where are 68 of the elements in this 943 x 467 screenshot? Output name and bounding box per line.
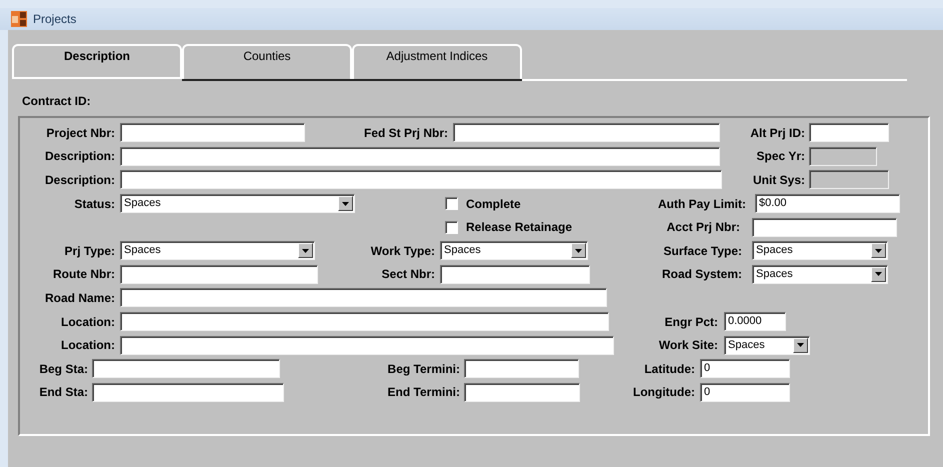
text-field[interactable] xyxy=(464,382,580,402)
window-title: Projects xyxy=(33,12,76,26)
field-label: Location: xyxy=(61,314,115,329)
field-label: End Termini: xyxy=(388,385,460,400)
field-label: Latitude: xyxy=(644,362,695,376)
field-label: Longitude: xyxy=(633,385,695,400)
field-label: End Sta: xyxy=(39,385,88,400)
dropdown[interactable]: Spaces xyxy=(120,241,315,260)
field-label: Description: xyxy=(44,172,115,187)
field-label: Acct Prj Nbr: xyxy=(666,220,740,234)
dropdown[interactable]: Spaces xyxy=(120,194,355,214)
text-field[interactable] xyxy=(120,288,607,308)
field-label: Description: xyxy=(44,149,115,164)
field-label: Work Type: xyxy=(370,244,435,258)
field-label: Road System: xyxy=(662,267,742,282)
tab[interactable]: Description xyxy=(12,44,182,79)
caret-icon xyxy=(875,248,882,253)
field-label: Alt Prj ID: xyxy=(750,126,805,140)
caret-icon xyxy=(875,272,882,276)
tab[interactable]: Adjustment Indices xyxy=(352,44,522,79)
checkbox-label: Release Retainage xyxy=(466,220,572,234)
dropdown[interactable]: Spaces xyxy=(752,264,888,284)
field-label: Beg Sta: xyxy=(39,362,88,376)
text-field[interactable]: 0 xyxy=(700,359,790,378)
caret-icon xyxy=(302,248,309,253)
field-label: Prj Type: xyxy=(64,244,115,258)
text-field[interactable] xyxy=(120,336,614,355)
text-field[interactable] xyxy=(92,359,280,378)
field-label: Fed St Prj Nbr: xyxy=(364,126,448,140)
text-field[interactable] xyxy=(120,170,722,190)
field-label: Contract ID: xyxy=(22,94,91,108)
checkbox-label: Complete xyxy=(466,196,521,211)
field-label: Engr Pct: xyxy=(664,314,718,329)
dropdown[interactable]: Spaces xyxy=(440,241,588,260)
field-label: Sect Nbr: xyxy=(382,267,435,282)
field-label: Project Nbr: xyxy=(46,126,115,140)
field-label: Road Name: xyxy=(44,290,115,305)
text-field[interactable]: 0.0000 xyxy=(724,312,786,332)
app-icon xyxy=(11,11,27,27)
field-label: Route Nbr: xyxy=(53,267,115,282)
text-field[interactable] xyxy=(120,312,609,332)
tab[interactable]: Counties xyxy=(182,44,352,79)
field-label: Work Site: xyxy=(658,338,718,352)
text-field[interactable] xyxy=(464,359,579,378)
field-label: Auth Pay Limit: xyxy=(658,196,746,211)
text-field[interactable] xyxy=(120,264,318,284)
text-field[interactable] xyxy=(440,264,590,284)
text-field[interactable]: $0.00 xyxy=(755,194,900,214)
field-label: Location: xyxy=(61,338,115,352)
checkbox[interactable] xyxy=(445,220,458,234)
text-field[interactable] xyxy=(453,123,720,142)
caret-icon xyxy=(575,248,582,253)
dropdown[interactable]: Spaces xyxy=(724,336,810,355)
caret-icon xyxy=(342,202,349,206)
field-label: Spec Yr: xyxy=(756,149,805,164)
field-label: Surface Type: xyxy=(664,244,742,258)
text-field[interactable] xyxy=(752,218,897,237)
caret-icon xyxy=(797,343,804,348)
text-field[interactable] xyxy=(92,382,284,402)
text-field[interactable] xyxy=(120,123,305,142)
text-field[interactable]: 0 xyxy=(700,382,790,402)
text-field[interactable] xyxy=(120,146,720,166)
field-label: Beg Termini: xyxy=(388,362,460,376)
field-label: Status: xyxy=(74,196,115,211)
checkbox[interactable] xyxy=(445,197,458,210)
field-label: Unit Sys: xyxy=(752,172,805,187)
dropdown[interactable]: Spaces xyxy=(752,241,888,260)
text-field[interactable] xyxy=(809,123,889,142)
